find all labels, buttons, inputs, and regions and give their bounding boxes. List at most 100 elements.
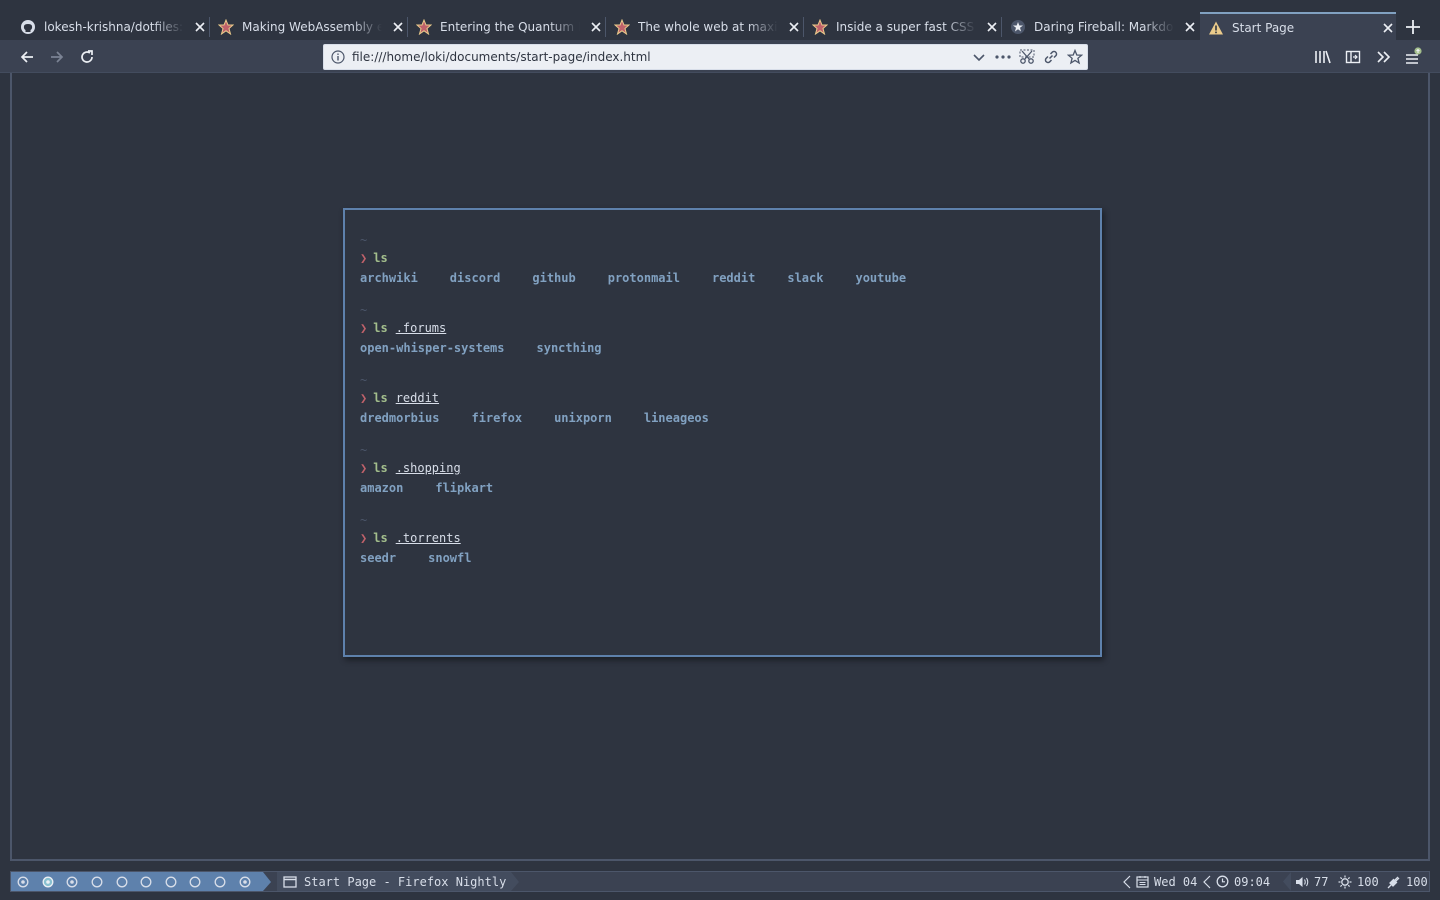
bookmark-star-icon [614, 18, 630, 35]
tab-title: The whole web at maximum FPS [638, 19, 778, 34]
star-icon [1011, 19, 1025, 34]
link-reddit[interactable]: reddit [712, 271, 755, 285]
link-open-whisper-systems[interactable]: open-whisper-systems [360, 341, 505, 355]
chevron-left-icon [1203, 875, 1211, 888]
workspace-6-icon[interactable] [140, 875, 153, 888]
library-icon [1315, 50, 1331, 64]
brightness-widget[interactable]: 100 [1338, 872, 1379, 891]
close-tab-icon[interactable] [1182, 19, 1198, 35]
link-unixporn[interactable]: unixporn [554, 411, 612, 425]
tab-title: Daring Fireball: Markdown [1034, 19, 1174, 34]
new-tab-button[interactable] [1398, 12, 1428, 41]
brightness-text: 100 [1357, 874, 1379, 889]
powerline-separator [511, 872, 519, 891]
sidebar-button[interactable] [1341, 45, 1365, 69]
close-tab-icon[interactable] [192, 19, 208, 35]
reload-button[interactable] [75, 45, 99, 69]
bookmark-star-icon [812, 18, 828, 35]
prompt-arrow-icon: ❯ [360, 321, 368, 335]
sidebar-icon [1345, 50, 1361, 64]
url-bar[interactable] [323, 44, 1088, 70]
tab-quantum[interactable]: Entering the Quantum Era [408, 12, 606, 41]
link-youtube[interactable]: youtube [855, 271, 906, 285]
link-discord[interactable]: discord [450, 271, 501, 285]
prompt-line: ❯ ls .shopping [360, 458, 1100, 478]
link-lineageos[interactable]: lineageos [644, 411, 709, 425]
back-button[interactable] [15, 45, 39, 69]
tab-daring-fireball[interactable]: Daring Fireball: Markdown [1002, 12, 1200, 41]
active-window: Start Page - Firefox Nightly [277, 872, 511, 891]
main-menu-button[interactable] [1401, 45, 1425, 69]
directory-name: .shopping [395, 461, 461, 475]
link-firefox[interactable]: firefox [471, 411, 522, 425]
workspace-1-icon[interactable] [17, 875, 30, 888]
tab-maximum-fps[interactable]: The whole web at maximum FPS [606, 12, 804, 41]
link-seedr[interactable]: seedr [360, 551, 396, 565]
battery-text: 100 [1406, 874, 1428, 889]
more-actions-icon[interactable] [991, 54, 1015, 60]
command-text: ls [373, 531, 388, 545]
link-amazon[interactable]: amazon [360, 481, 403, 495]
page-content: ~ ❯ ls archwiki discord github protonmail reddi… [10, 73, 1430, 861]
date-widget: Wed 04 [1123, 872, 1197, 891]
tilde-line: ~ [360, 513, 368, 527]
volume-widget[interactable]: 77 [1283, 872, 1328, 891]
tab-title: Making WebAssembly even faster [242, 19, 382, 34]
prompt-line: ❯ ls .torrents [360, 528, 1100, 548]
command-text: ls [373, 461, 388, 475]
plus-icon [1406, 19, 1420, 34]
close-tab-icon[interactable] [588, 19, 604, 35]
bookmark-star-outline-icon[interactable] [1063, 49, 1087, 65]
tab-webassembly[interactable]: Making WebAssembly even faster [210, 12, 408, 41]
url-input[interactable] [352, 46, 967, 68]
powerline-separator [263, 872, 271, 891]
bookmark-star-icon [218, 18, 234, 35]
reload-icon [81, 50, 93, 63]
link-archwiki[interactable]: archwiki [360, 271, 418, 285]
tab-title: Start Page [1232, 20, 1295, 35]
close-tab-icon[interactable] [786, 19, 802, 35]
command-text: ls [373, 391, 388, 405]
power-plug-icon [1387, 876, 1400, 888]
clock-icon [1216, 875, 1229, 888]
chevron-down-icon[interactable] [967, 50, 991, 64]
close-tab-icon[interactable] [390, 19, 406, 35]
warning-icon [1209, 21, 1223, 34]
command-text: ls [373, 321, 388, 335]
tilde-line: ~ [360, 373, 368, 387]
workspace-2-icon[interactable] [42, 875, 55, 888]
link-icon[interactable] [1039, 49, 1063, 65]
tab-start-page[interactable]: Start Page [1200, 12, 1396, 41]
chevron-left-icon [1123, 875, 1131, 888]
link-flipkart[interactable]: flipkart [435, 481, 493, 495]
link-github[interactable]: github [532, 271, 575, 285]
overflow-menu-button[interactable] [1371, 45, 1395, 69]
workspace-3-icon[interactable] [66, 875, 79, 888]
workspace-switcher [11, 872, 263, 891]
tab-css-engine[interactable]: Inside a super fast CSS engine [804, 12, 1002, 41]
close-tab-icon[interactable] [1380, 20, 1396, 36]
link-syncthing[interactable]: syncthing [537, 341, 602, 355]
forward-button[interactable] [45, 45, 69, 69]
link-slack[interactable]: slack [787, 271, 823, 285]
workspace-10-icon[interactable] [238, 875, 251, 888]
workspace-9-icon[interactable] [214, 875, 227, 888]
link-snowfl[interactable]: snowfl [428, 551, 471, 565]
tab-title: Inside a super fast CSS engine [836, 19, 976, 34]
info-icon[interactable] [324, 50, 352, 64]
link-protonmail[interactable]: protonmail [608, 271, 680, 285]
screenshot-icon[interactable] [1015, 49, 1039, 65]
bookmark-star-icon [416, 18, 432, 35]
library-button[interactable] [1311, 45, 1335, 69]
workspace-8-icon[interactable] [189, 875, 202, 888]
tab-dotfiles[interactable]: lokesh-krishna/dotfiles: A collection of… [12, 12, 210, 41]
navigation-bar [0, 41, 1440, 73]
close-tab-icon[interactable] [984, 19, 1000, 35]
double-chevron-right-icon [1377, 51, 1391, 63]
arrow-left-icon [20, 51, 33, 63]
link-dredmorbius[interactable]: dredmorbius [360, 411, 439, 425]
workspace-5-icon[interactable] [115, 875, 128, 888]
tilde-line: ~ [360, 443, 368, 457]
workspace-7-icon[interactable] [165, 875, 178, 888]
workspace-4-icon[interactable] [91, 875, 104, 888]
